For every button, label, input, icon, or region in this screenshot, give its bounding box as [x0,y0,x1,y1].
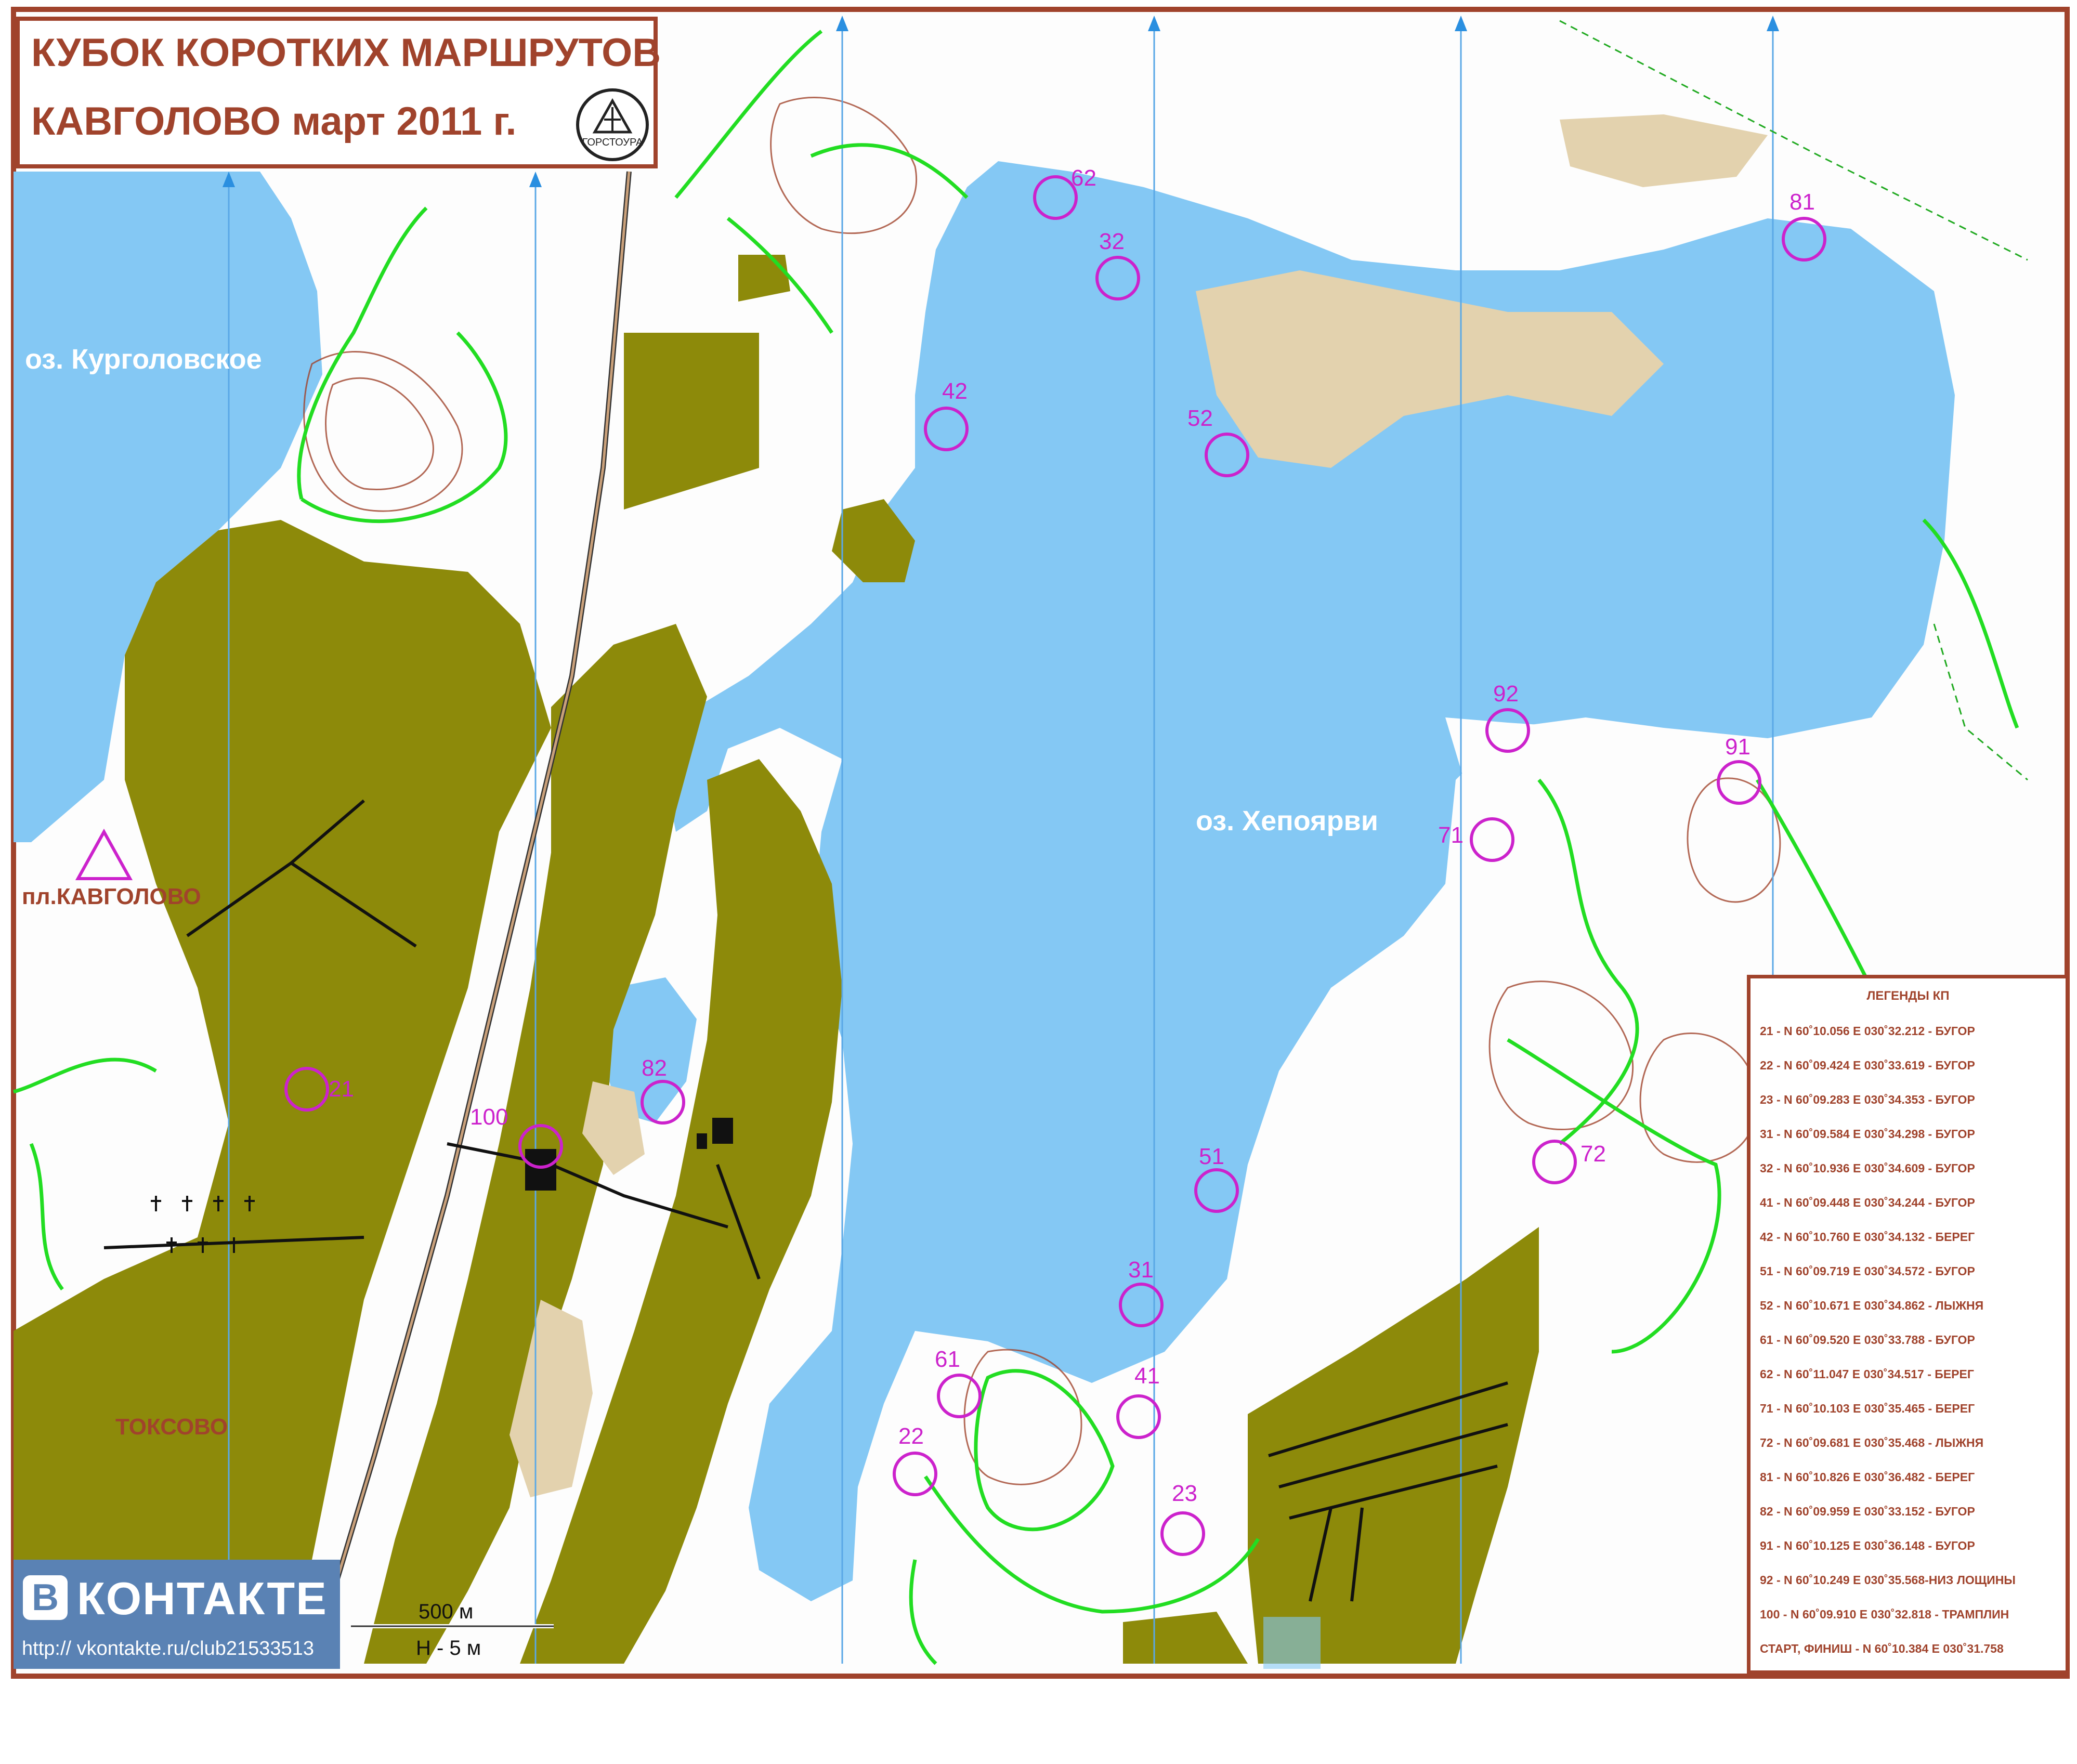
control-label-51: 51 [1199,1144,1224,1169]
legend-row: 61 - N 60˚09.520 E 030˚33.788 - БУГОР [1760,1333,1975,1347]
legend-row: 92 - N 60˚10.249 E 030˚35.568-НИЗ ЛОЩИНЫ [1760,1573,2016,1587]
control-label-23: 23 [1172,1481,1197,1506]
control-label-52: 52 [1187,406,1213,431]
legend-row: 82 - N 60˚09.959 E 030˚33.152 - БУГОР [1760,1505,1975,1518]
control-label-72: 72 [1580,1141,1606,1167]
scale-contour-interval: H - 5 м [416,1637,481,1660]
vk-url-link[interactable]: http:// vkontakte.ru/club21533513 [22,1638,314,1660]
legend-row: 31 - N 60˚09.584 E 030˚34.298 - БУГОР [1760,1127,1975,1141]
control-label-42: 42 [942,378,968,404]
control-label-81: 81 [1789,189,1815,215]
legend-row: 62 - N 60˚11.047 E 030˚34.517 - БЕРЕГ [1760,1367,1974,1381]
control-label-31: 31 [1128,1257,1154,1283]
legend-title: ЛЕГЕНДЫ КП [1866,989,1950,1003]
legend-row: 81 - N 60˚10.826 E 030˚36.482 - БЕРЕГ [1760,1470,1975,1484]
control-label-100: 100 [470,1104,508,1130]
station-label: пл.КАВГОЛОВО [22,884,201,909]
control-label-61: 61 [935,1347,960,1372]
vkontakte-badge[interactable]: В КОНТАКТЕ http:// vkontakte.ru/club2153… [14,1560,340,1669]
lake-hepoyarvi-label: оз. Хепоярви [1196,805,1378,837]
lake-kurgolovskoe-label: оз. Курголовское [25,344,262,375]
legend-row: 100 - N 60˚09.910 E 030˚32.818 - ТРАМПЛИ… [1760,1608,2009,1621]
control-label-41: 41 [1134,1363,1160,1389]
vk-logo-icon: В [23,1575,68,1620]
control-legend: ЛЕГЕНДЫ КП 21 - N 60˚10.056 E 030˚32.212… [1747,975,2069,1674]
title-line-2: КАВГОЛОВО март 2011 г. [31,99,517,143]
legend-row: 72 - N 60˚09.681 E 030˚35.468 - ЛЫЖНЯ [1760,1436,1984,1449]
control-label-62: 62 [1071,165,1096,191]
legend-row: 23 - N 60˚09.283 E 030˚34.353 - БУГОР [1760,1093,1975,1106]
marsh-south [1263,1617,1321,1669]
title-line-1: КУБОК КОРОТКИХ МАРШРУТОВ [31,31,661,75]
control-label-32: 32 [1099,229,1125,254]
legend-row: 32 - N 60˚10.936 E 030˚34.609 - БУГОР [1760,1161,1975,1175]
control-label-71: 71 [1438,822,1464,848]
legend-row: 22 - N 60˚09.424 E 030˚33.619 - БУГОР [1760,1059,1975,1072]
legend-row: 51 - N 60˚09.719 E 030˚34.572 - БУГОР [1760,1264,1975,1278]
legend-row: СТАРТ, ФИНИШ - N 60˚10.384 E 030˚31.758 [1760,1642,2004,1655]
town-label: ТОКСОВО [115,1414,228,1440]
legend-row: 52 - N 60˚10.671 E 030˚34.862 - ЛЫЖНЯ [1760,1299,1984,1312]
scale-distance: 500 м [419,1600,474,1623]
legend-row: 71 - N 60˚10.103 E 030˚35.465 - БЕРЕГ [1760,1402,1975,1415]
control-label-91: 91 [1725,734,1751,760]
legend-row: 41 - N 60˚09.448 E 030˚34.244 - БУГОР [1760,1196,1975,1209]
control-label-22: 22 [898,1423,924,1449]
legend-row: 42 - N 60˚10.760 E 030˚34.132 - БЕРЕГ [1760,1230,1975,1244]
map-title-box: КУБОК КОРОТКИХ МАРШРУТОВ КАВГОЛОВО март … [16,17,661,168]
vk-name: КОНТАКТЕ [77,1573,328,1624]
control-label-92: 92 [1493,681,1519,707]
control-label-21: 21 [329,1076,354,1102]
club-logo: ГОРСТОУРА [576,88,649,161]
legend-row: 21 - N 60˚10.056 E 030˚32.212 - БУГОР [1760,1024,1975,1038]
legend-row: 91 - N 60˚10.125 E 030˚36.148 - БУГОР [1760,1539,1975,1552]
logo-text: ГОРСТОУРА [582,137,643,148]
control-label-82: 82 [642,1055,667,1081]
